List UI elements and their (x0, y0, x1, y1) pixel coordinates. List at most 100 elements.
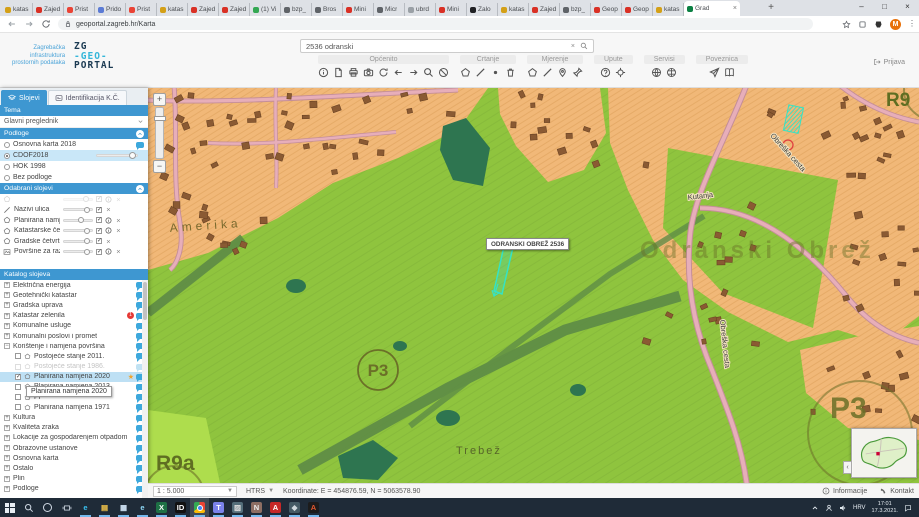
layer-row[interactable]: Planirana namje... × (0, 215, 148, 226)
info-icon[interactable] (105, 248, 112, 255)
layer-row[interactable]: Katastarske čes... × (0, 226, 148, 237)
radio-button[interactable] (4, 153, 10, 159)
info-icon[interactable] (318, 67, 329, 78)
extension-icon[interactable] (858, 20, 867, 29)
print-icon[interactable] (348, 67, 359, 78)
globe2-icon[interactable] (666, 67, 677, 78)
layer-opacity-slider[interactable] (63, 219, 93, 222)
layer-row[interactable]: Površine za raz... × (0, 247, 148, 258)
expand-toggle[interactable]: + (4, 323, 10, 329)
catalog-checkbox[interactable] (15, 404, 21, 410)
browser-tab[interactable]: Zajed (188, 3, 219, 16)
layer-checkbox[interactable] (96, 207, 102, 213)
browser-tab[interactable]: katas (2, 3, 33, 16)
polygon-icon[interactable] (460, 67, 471, 78)
info-icon[interactable] (105, 196, 112, 203)
browser-tab[interactable]: Zalo (467, 3, 498, 16)
taskbar-search-icon[interactable] (19, 498, 38, 517)
layer-checkbox[interactable] (96, 228, 102, 234)
radio-button[interactable] (4, 164, 10, 170)
catalog-checkbox[interactable] (15, 394, 21, 400)
zoom-slider[interactable] (155, 107, 164, 159)
sidebar-scrollbar[interactable] (142, 280, 148, 498)
scrollbar-thumb[interactable] (143, 282, 147, 320)
collapse-icon[interactable] (136, 185, 144, 193)
expand-toggle[interactable]: + (4, 486, 10, 492)
map-canvas[interactable]: P3 P3 R9a R9 Odranski Obrež Amerika Treb… (148, 88, 919, 483)
volume-icon[interactable] (839, 504, 847, 512)
back-icon[interactable] (7, 19, 17, 29)
browser-tab[interactable]: Mini (343, 3, 374, 16)
browser-tab[interactable]: Zajed (529, 3, 560, 16)
refresh-icon[interactable] (378, 67, 389, 78)
toolbar-group-label[interactable]: Poveznica (696, 55, 748, 64)
task-view-icon[interactable] (57, 498, 76, 517)
taskbar-app[interactable]: ID (171, 498, 190, 517)
bookmark-star-icon[interactable] (842, 20, 851, 29)
zoom-in-button[interactable]: + (153, 93, 166, 106)
arrow-right-icon[interactable] (408, 67, 419, 78)
expand-toggle[interactable]: − (4, 343, 10, 349)
collapse-icon[interactable] (136, 130, 144, 138)
cortana-icon[interactable] (38, 498, 57, 517)
radio-button[interactable] (4, 175, 10, 181)
globe-icon[interactable] (651, 67, 662, 78)
tray-person-icon[interactable] (825, 504, 833, 512)
basemap-row[interactable]: CDOF2018 (0, 150, 148, 161)
toolbar-group-label[interactable]: Servisi (644, 55, 685, 64)
taskbar-app[interactable]: ▦ (114, 498, 133, 517)
point-icon[interactable] (490, 67, 501, 78)
browser-tab[interactable]: Zajed (33, 3, 64, 16)
remove-layer-icon[interactable]: × (115, 216, 122, 225)
taskbar-app[interactable]: X (152, 498, 171, 517)
arrow-left-icon[interactable] (393, 67, 404, 78)
layer-row[interactable]: Gradske četvrti × (0, 236, 148, 247)
browser-tab[interactable]: ubrd (405, 3, 436, 16)
catalog-row[interactable]: − Korištenje i namjena površina (0, 341, 148, 351)
zoom-icon[interactable] (423, 67, 434, 78)
layer-opacity-slider[interactable] (63, 198, 93, 201)
browser-menu-icon[interactable]: ⋮ (908, 21, 912, 27)
toolbar-group-label[interactable]: Općenito (318, 55, 449, 64)
browser-tab[interactable]: Micr (374, 3, 405, 16)
taskbar-app[interactable]: T (209, 498, 228, 517)
taskbar-app[interactable]: e (76, 498, 95, 517)
chat-bubble-icon[interactable] (136, 142, 144, 148)
doc-icon[interactable] (333, 67, 344, 78)
catalog-row[interactable]: + Kultura (0, 412, 148, 422)
new-tab-button[interactable]: + (762, 2, 780, 13)
catalog-row[interactable]: + Gradska uprava (0, 300, 148, 310)
catalog-row[interactable]: + Komunalni poslovi i promet (0, 331, 148, 341)
toolbar-group-label[interactable]: Mjerenje (527, 55, 583, 64)
catalog-row[interactable]: Planirana namjena 2020 (0, 372, 148, 382)
portal-logo[interactable]: Zagrebačka infrastruktura prostornih pod… (12, 42, 114, 71)
browser-tab[interactable]: Prist (126, 3, 157, 16)
catalog-row[interactable]: + Komunalne usluge (0, 321, 148, 331)
theme-select[interactable]: Glavni preglednik (0, 116, 148, 128)
tab-slojevi[interactable]: Slojevi (1, 90, 47, 105)
catalog-row[interactable]: + Geotehnički katastar (0, 290, 148, 300)
layer-opacity-slider[interactable] (63, 250, 93, 253)
contact-link[interactable]: Kontakt (879, 487, 914, 495)
remove-layer-icon[interactable]: × (105, 205, 112, 214)
taskbar-clock[interactable]: 17:01 17.3.2021. (872, 501, 898, 514)
map-viewport[interactable]: P3 P3 R9a R9 Odranski Obrež Amerika Treb… (148, 88, 919, 483)
layer-checkbox[interactable] (96, 196, 102, 202)
layer-row[interactable]: Nazivi ulica × (0, 205, 148, 216)
crs-select[interactable]: HTRS▼ (246, 488, 274, 495)
overview-map[interactable]: ‹ (851, 428, 917, 478)
layer-opacity-slider[interactable] (63, 208, 93, 211)
basemap-row[interactable]: HOK 1998 (0, 161, 148, 172)
expand-toggle[interactable]: + (4, 455, 10, 461)
crosshair-icon[interactable] (615, 67, 626, 78)
info-icon[interactable] (105, 227, 112, 234)
catalog-checkbox[interactable] (15, 364, 21, 370)
catalog-row[interactable]: + Kvaliteta zraka (0, 423, 148, 433)
zoom-out-button[interactable]: − (153, 160, 166, 173)
expand-toggle[interactable]: + (4, 465, 10, 471)
taskbar-app[interactable]: ◆ (285, 498, 304, 517)
browser-tab[interactable]: katas (653, 3, 684, 16)
browser-tab[interactable]: bzp_ (560, 3, 591, 16)
catalog-row[interactable]: Planirana namjena 1971 (0, 402, 148, 412)
expand-toggle[interactable]: + (4, 282, 10, 288)
